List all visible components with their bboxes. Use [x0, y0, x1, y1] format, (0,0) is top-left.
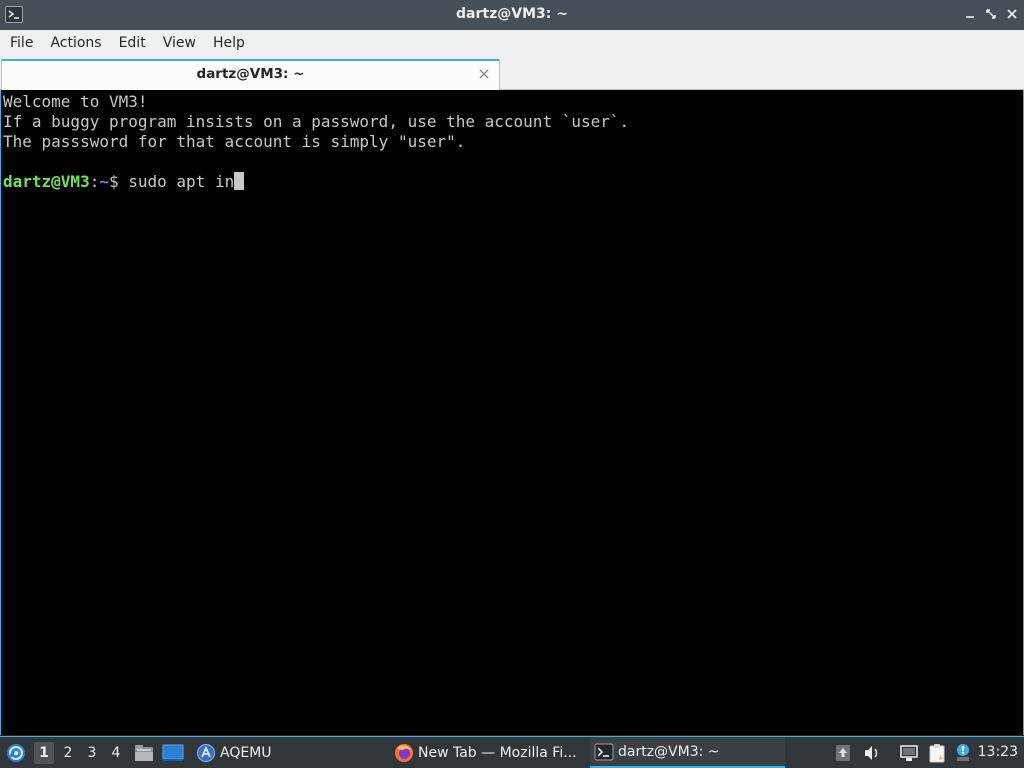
- prompt-line: dartz@VM3:~$ sudo apt in: [3, 172, 1023, 192]
- clock[interactable]: 13:23: [978, 737, 1018, 768]
- terminal-icon: [594, 743, 614, 760]
- desktop-2-button[interactable]: 2: [58, 742, 78, 764]
- firefox-icon: [395, 743, 413, 762]
- task-firefox[interactable]: New Tab — Mozilla Fi...: [390, 737, 585, 768]
- menu-view[interactable]: View: [156, 30, 203, 57]
- tab-label: dartz@VM3: ~: [196, 66, 305, 82]
- prompt-symbol: $: [108, 172, 129, 191]
- start-menu-button[interactable]: [5, 737, 27, 768]
- file-manager-icon[interactable]: [134, 737, 154, 768]
- task-terminal[interactable]: dartz@VM3: ~: [590, 737, 785, 768]
- show-desktop-icon[interactable]: [162, 737, 184, 768]
- window-titlebar[interactable]: dartz@VM3: ~: [0, 0, 1024, 30]
- close-button[interactable]: [1005, 7, 1019, 21]
- task-label: New Tab — Mozilla Fi...: [418, 744, 577, 761]
- taskbar: 1 2 3 4 AQEMU New Tab — Mozilla Fi... da…: [0, 736, 1024, 768]
- desktop-3-button[interactable]: 3: [82, 742, 102, 764]
- prompt-colon: :: [89, 172, 100, 191]
- minimize-button[interactable]: [963, 7, 977, 21]
- aqemu-icon: [197, 743, 215, 762]
- menu-file[interactable]: File: [3, 30, 40, 57]
- terminal-line: If a buggy program insists on a password…: [3, 112, 630, 131]
- prompt-user: dartz@VM3: [3, 172, 90, 191]
- tab-bar: dartz@VM3: ~: [0, 57, 1024, 90]
- task-label: AQEMU: [220, 744, 272, 761]
- command-input[interactable]: sudo apt in: [128, 172, 234, 191]
- network-icon[interactable]: [899, 743, 919, 763]
- tab-close-icon[interactable]: [477, 67, 491, 81]
- window-title: dartz@VM3: ~: [456, 6, 568, 22]
- volume-icon[interactable]: [862, 743, 882, 763]
- clipboard-icon[interactable]: [927, 743, 947, 763]
- desktop-4-button[interactable]: 4: [106, 742, 126, 764]
- update-notifier-icon[interactable]: [834, 743, 854, 763]
- desktop-1-button[interactable]: 1: [34, 742, 54, 764]
- notification-icon[interactable]: [953, 743, 973, 763]
- text-cursor: [234, 172, 245, 190]
- menu-edit[interactable]: Edit: [112, 30, 153, 57]
- maximize-button[interactable]: [984, 7, 998, 21]
- tab-terminal[interactable]: dartz@VM3: ~: [1, 59, 500, 90]
- menu-actions[interactable]: Actions: [43, 30, 108, 57]
- menu-bar: File Actions Edit View Help: [0, 30, 1024, 57]
- prompt-path: ~: [99, 172, 109, 191]
- task-aqemu[interactable]: AQEMU: [192, 737, 382, 768]
- terminal-output[interactable]: Welcome to VM3! If a buggy program insis…: [0, 90, 1024, 735]
- task-label: dartz@VM3: ~: [618, 743, 720, 760]
- terminal-line: Welcome to VM3!: [3, 92, 148, 111]
- menu-help[interactable]: Help: [206, 30, 252, 57]
- terminal-line: The passsword for that account is simply…: [3, 132, 466, 151]
- lubuntu-logo-icon: [7, 744, 25, 762]
